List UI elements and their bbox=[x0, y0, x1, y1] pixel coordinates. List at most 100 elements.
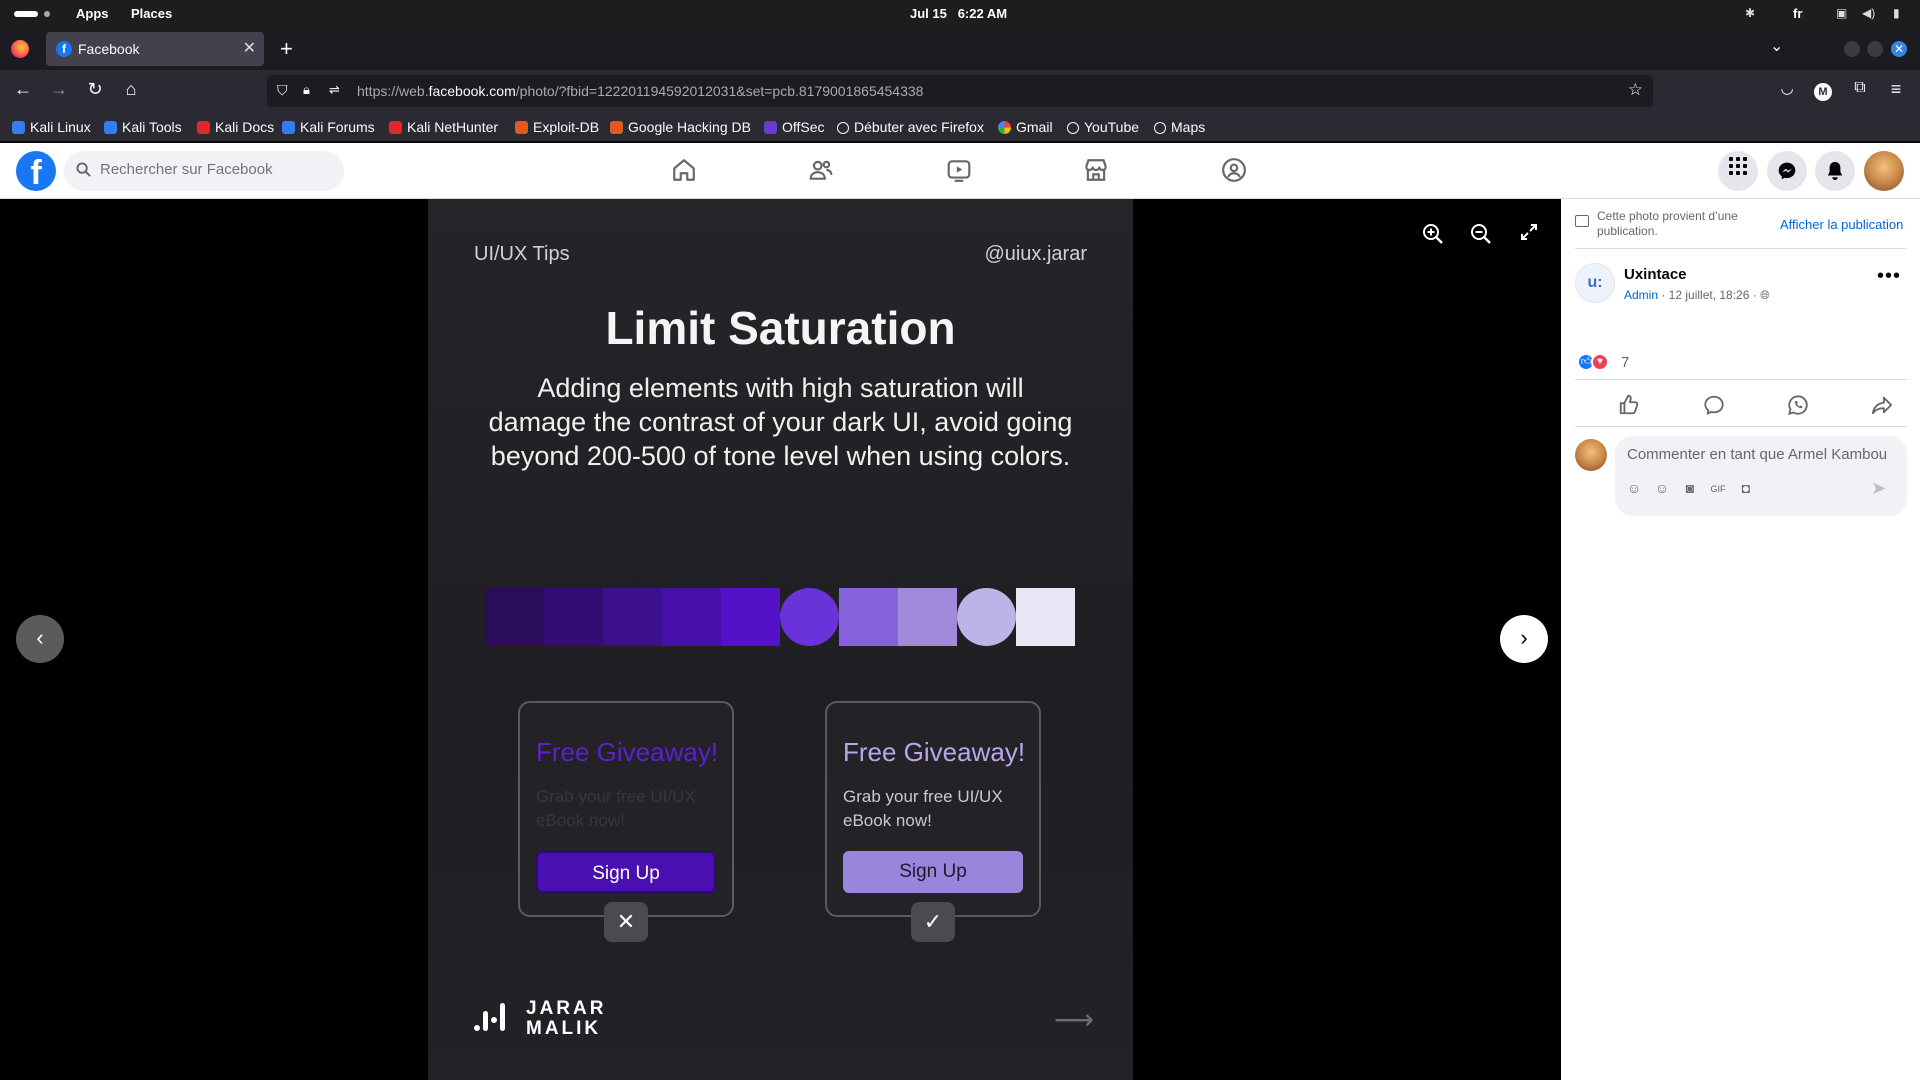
extensions-icon[interactable]: ⧉ bbox=[1848, 79, 1872, 97]
nav-groups-icon[interactable] bbox=[1221, 157, 1249, 185]
firefox-icon[interactable] bbox=[11, 40, 29, 58]
bookmark-label: Maps bbox=[1171, 119, 1206, 135]
facebook-logo-icon[interactable]: f bbox=[16, 151, 56, 191]
keyboard-language[interactable]: fr bbox=[1793, 6, 1802, 21]
next-photo-button[interactable]: › bbox=[1500, 615, 1548, 663]
bookmark-label: Google Hacking DB bbox=[628, 119, 751, 135]
battery-icon[interactable]: ▮ bbox=[1893, 6, 1900, 20]
pocket-icon[interactable]: ◡ bbox=[1775, 79, 1799, 97]
facebook-search[interactable] bbox=[64, 151, 344, 191]
bookmark-kali-tools[interactable]: Kali Tools bbox=[104, 119, 182, 135]
home-icon[interactable]: ⌂ bbox=[119, 79, 143, 100]
photo-viewer: UI/UX Tips @uiux.jarar Limit Saturation … bbox=[0, 199, 1561, 1080]
sticker-icon[interactable]: ◘ bbox=[1737, 480, 1755, 498]
bookmarks-toolbar: Kali Linux Kali Tools Kali Docs Kali Forums… bbox=[0, 112, 1920, 142]
bookmark-kali-nethunter[interactable]: Kali NetHunter bbox=[389, 119, 498, 135]
messenger-icon[interactable] bbox=[1767, 151, 1807, 191]
bookmark-favicon-icon bbox=[104, 121, 117, 134]
bookmark-offsec[interactable]: OffSec bbox=[764, 119, 825, 135]
card-good-title: Free Giveaway! bbox=[843, 737, 1026, 767]
whatsapp-share-icon[interactable] bbox=[1778, 389, 1818, 421]
bookmark-google-hacking-db[interactable]: Google Hacking DB bbox=[610, 119, 751, 135]
menu-grid-icon[interactable] bbox=[1718, 151, 1758, 191]
fullscreen-icon[interactable] bbox=[1516, 223, 1542, 246]
tracking-shield-icon[interactable]: ⛉ bbox=[277, 82, 288, 99]
nav-friends-icon[interactable] bbox=[808, 157, 836, 185]
tab-list-chevron-icon[interactable]: ⌄ bbox=[1770, 36, 1783, 56]
post-image: UI/UX Tips @uiux.jarar Limit Saturation … bbox=[428, 199, 1133, 1080]
bookmark-kali-linux[interactable]: Kali Linux bbox=[12, 119, 91, 135]
previous-photo-button[interactable]: ‹ bbox=[16, 615, 64, 663]
bluetooth-icon[interactable]: ✱ bbox=[1745, 6, 1755, 20]
apps-menu[interactable]: Apps bbox=[76, 6, 109, 21]
screen-icon[interactable]: ▣ bbox=[1836, 6, 1847, 20]
bookmark-kali-docs[interactable]: Kali Docs bbox=[197, 119, 274, 135]
address-bar[interactable]: ⛉ 🔒︎ ⇌ https://web.facebook.com/photo/?f… bbox=[267, 75, 1653, 107]
bookmark-star-icon[interactable]: ☆ bbox=[1628, 80, 1643, 100]
palette-swatch bbox=[898, 588, 957, 646]
app-menu-icon[interactable]: ≡ bbox=[1884, 79, 1908, 100]
comment-input[interactable]: Commenter en tant que Armel Kambou bbox=[1627, 446, 1887, 463]
lock-icon[interactable]: 🔒︎ bbox=[303, 82, 310, 98]
tab-title: Facebook bbox=[78, 41, 140, 57]
emoji-icon[interactable]: ☺ bbox=[1653, 480, 1671, 498]
bookmark-gmail[interactable]: Gmail bbox=[998, 119, 1053, 135]
zoom-in-icon[interactable] bbox=[1420, 223, 1446, 250]
window-close-button[interactable]: ✕ bbox=[1891, 41, 1907, 57]
reload-icon[interactable]: ↻ bbox=[83, 79, 107, 100]
card-good-signup: Sign Up bbox=[843, 851, 1023, 893]
divider bbox=[1575, 379, 1907, 380]
nav-home-icon[interactable] bbox=[671, 157, 699, 185]
avatar-sticker-icon[interactable]: ☺ bbox=[1625, 480, 1643, 498]
image-body-text: Adding elements with high saturation wil… bbox=[488, 373, 1073, 471]
new-tab-icon[interactable]: + bbox=[280, 36, 293, 62]
post-date[interactable]: · 12 juillet, 18:26 · bbox=[1658, 288, 1760, 302]
share-button-icon[interactable] bbox=[1862, 389, 1902, 421]
like-button-icon[interactable] bbox=[1609, 389, 1649, 421]
zoom-out-icon[interactable] bbox=[1468, 223, 1494, 250]
camera-icon[interactable]: ◙ bbox=[1681, 480, 1699, 498]
bookmark-youtube[interactable]: YouTube bbox=[1067, 119, 1139, 135]
maximize-button[interactable] bbox=[1867, 41, 1883, 57]
activities-indicator[interactable] bbox=[14, 11, 38, 17]
minimize-button[interactable] bbox=[1844, 41, 1860, 57]
commenter-avatar[interactable] bbox=[1575, 439, 1607, 471]
comment-box[interactable]: Commenter en tant que Armel Kambou ☺ ☺ ◙… bbox=[1615, 436, 1907, 516]
browser-tab-strip: f Facebook ✕ + ⌄ ✕ bbox=[0, 28, 1920, 70]
forward-icon[interactable]: → bbox=[47, 79, 71, 100]
bookmark-maps[interactable]: Maps bbox=[1154, 119, 1205, 135]
more-options-icon[interactable]: ••• bbox=[1877, 265, 1901, 288]
bookmark-favicon-icon bbox=[389, 121, 402, 134]
view-post-link[interactable]: Afficher la publication bbox=[1780, 217, 1903, 232]
permissions-icon[interactable]: ⇌ bbox=[329, 82, 340, 98]
love-reaction-icon: ♥ bbox=[1591, 353, 1609, 371]
bookmark-label: YouTube bbox=[1084, 119, 1140, 135]
back-icon[interactable]: ← bbox=[11, 79, 35, 100]
send-icon[interactable]: ➤ bbox=[1871, 478, 1886, 499]
bookmark-kali-forums[interactable]: Kali Forums bbox=[282, 119, 375, 135]
gif-icon[interactable]: GIF bbox=[1709, 480, 1727, 498]
reaction-count[interactable]: 7 bbox=[1621, 354, 1629, 371]
workspace-dot[interactable] bbox=[44, 11, 50, 17]
bookmark-d-buter-avec-firefox[interactable]: Débuter avec Firefox bbox=[837, 119, 984, 135]
nav-marketplace-icon[interactable] bbox=[1083, 157, 1111, 185]
page-avatar[interactable]: u: bbox=[1575, 263, 1615, 303]
tab-close-icon[interactable]: ✕ bbox=[243, 38, 256, 58]
bookmark-favicon-icon bbox=[998, 121, 1011, 134]
search-input[interactable] bbox=[100, 161, 330, 178]
admin-badge[interactable]: Admin bbox=[1624, 288, 1658, 302]
tab-facebook[interactable]: f Facebook ✕ bbox=[46, 32, 264, 66]
clock[interactable]: Jul 15 6:22 AM bbox=[910, 6, 1007, 21]
notifications-bell-icon[interactable] bbox=[1815, 151, 1855, 191]
page-name[interactable]: Uxintace bbox=[1624, 266, 1687, 283]
volume-icon[interactable]: ◀) bbox=[1862, 6, 1875, 20]
url-text[interactable]: https://web.facebook.com/photo/?fbid=122… bbox=[357, 83, 923, 99]
profile-icon[interactable]: M bbox=[1811, 79, 1835, 101]
comment-button-icon[interactable] bbox=[1694, 389, 1734, 421]
bookmark-exploit-db[interactable]: Exploit-DB bbox=[515, 119, 599, 135]
nav-watch-icon[interactable] bbox=[946, 157, 974, 185]
places-menu[interactable]: Places bbox=[131, 6, 172, 21]
account-avatar[interactable] bbox=[1864, 151, 1904, 191]
example-card-bad: Free Giveaway! Grab your free UI/UX eBoo… bbox=[518, 701, 734, 917]
bookmark-favicon-icon bbox=[282, 121, 295, 134]
